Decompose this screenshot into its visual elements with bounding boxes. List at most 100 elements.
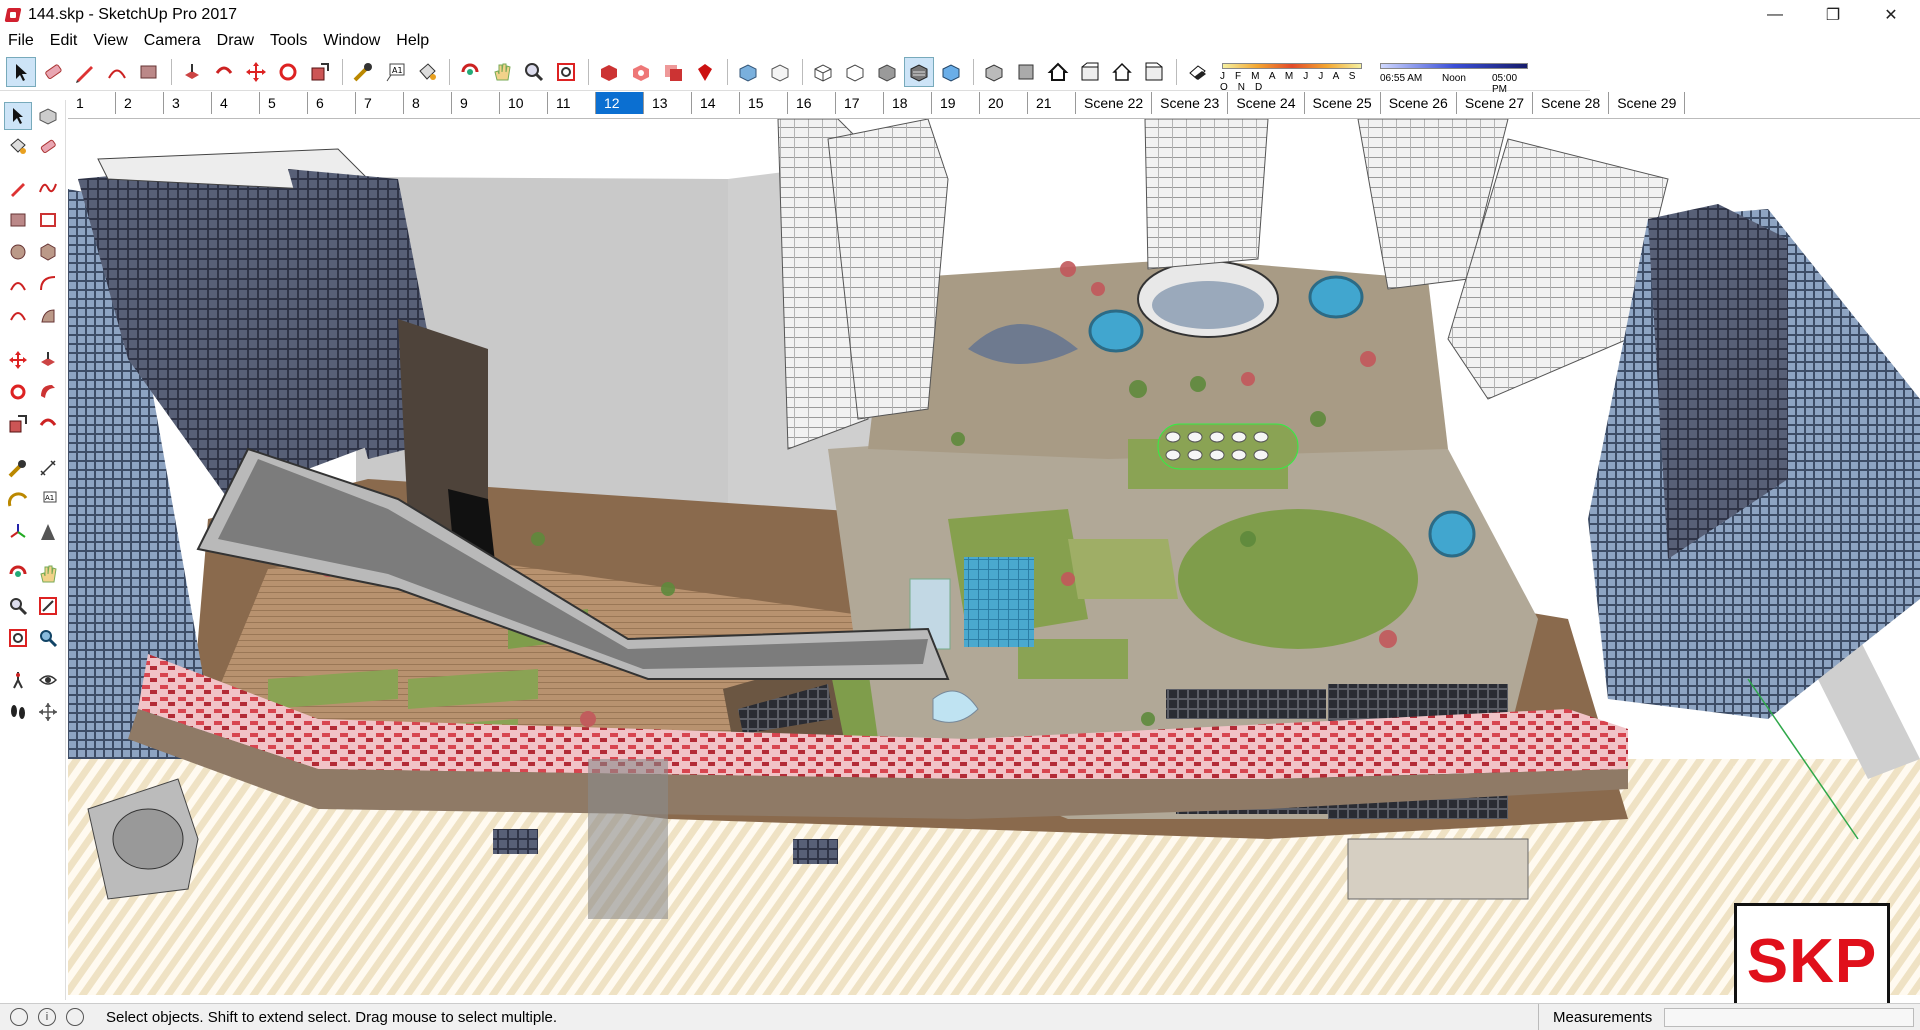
circle-button[interactable] (4, 238, 32, 266)
tape-measure-button[interactable] (4, 454, 32, 482)
xray-button[interactable] (733, 57, 763, 87)
zoom-button[interactable] (4, 592, 32, 620)
scale-button[interactable] (305, 57, 335, 87)
rotated-rectangle-button[interactable] (34, 206, 62, 234)
previous-view-button[interactable] (34, 624, 62, 652)
3-point-arc-button[interactable] (4, 302, 32, 330)
top-view-button[interactable] (1011, 57, 1041, 87)
pie-button[interactable] (34, 302, 62, 330)
scene-tab-19[interactable]: 19 (932, 92, 980, 114)
line-button[interactable] (4, 174, 32, 202)
tape-measure-button[interactable] (348, 57, 378, 87)
user-account-icon[interactable] (66, 1008, 84, 1026)
back-edges-button[interactable] (765, 57, 795, 87)
menu-help[interactable]: Help (388, 30, 437, 52)
front-view-button[interactable] (1043, 57, 1073, 87)
menu-draw[interactable]: Draw (209, 30, 262, 52)
pan-button[interactable] (487, 57, 517, 87)
back-view-button[interactable] (1107, 57, 1137, 87)
walk-button[interactable] (4, 698, 32, 726)
axes-button[interactable] (4, 518, 32, 546)
month-slider[interactable]: J F M A M J J A S O N D (1220, 57, 1366, 93)
menu-tools[interactable]: Tools (262, 30, 315, 52)
scene-tab-13[interactable]: 13 (644, 92, 692, 114)
zoom-extents-button[interactable] (551, 57, 581, 87)
monochrome-button[interactable] (936, 57, 966, 87)
section-plane-button[interactable] (34, 698, 62, 726)
select-tool-button[interactable] (4, 102, 32, 130)
rotate-button[interactable] (4, 378, 32, 406)
arc-button[interactable] (4, 270, 32, 298)
maximize-button[interactable]: ❐ (1804, 0, 1862, 30)
offset-button[interactable] (209, 57, 239, 87)
extension-warehouse-button[interactable] (690, 57, 720, 87)
model-viewport[interactable] (68, 118, 1920, 995)
offset-button[interactable] (34, 410, 62, 438)
scene-tab-2[interactable]: 2 (116, 92, 164, 114)
scene-tab-7[interactable]: 7 (356, 92, 404, 114)
iso-view-button[interactable] (979, 57, 1009, 87)
follow-me-button[interactable] (34, 378, 62, 406)
info-icon[interactable]: i (38, 1008, 56, 1026)
polygon-button[interactable] (34, 238, 62, 266)
rectangle-button[interactable] (4, 206, 32, 234)
shadow-toggle-button[interactable] (1182, 57, 1212, 87)
move-button[interactable] (4, 346, 32, 374)
left-view-button[interactable] (1139, 57, 1169, 87)
scene-tab-8[interactable]: 8 (404, 92, 452, 114)
zoom-extents-button[interactable] (4, 624, 32, 652)
scene-tab-20[interactable]: 20 (980, 92, 1028, 114)
zoom-button[interactable] (519, 57, 549, 87)
share-component-button[interactable] (658, 57, 688, 87)
paint-bucket-button[interactable] (412, 57, 442, 87)
right-view-button[interactable] (1075, 57, 1105, 87)
shaded-button[interactable] (872, 57, 902, 87)
hidden-line-button[interactable] (840, 57, 870, 87)
paint-bucket-button[interactable] (4, 132, 32, 160)
scene-tab-14[interactable]: 14 (692, 92, 740, 114)
position-camera-button[interactable] (4, 666, 32, 694)
menu-window[interactable]: Window (315, 30, 388, 52)
scene-tab-28[interactable]: Scene 28 (1533, 92, 1610, 114)
pan-button[interactable] (34, 560, 62, 588)
scene-tab-6[interactable]: 6 (308, 92, 356, 114)
scene-tab-27[interactable]: Scene 27 (1457, 92, 1534, 114)
scene-tab-9[interactable]: 9 (452, 92, 500, 114)
scene-tab-4[interactable]: 4 (212, 92, 260, 114)
scene-tab-3[interactable]: 3 (164, 92, 212, 114)
menu-view[interactable]: View (85, 30, 135, 52)
wireframe-button[interactable] (808, 57, 838, 87)
protractor-button[interactable] (4, 486, 32, 514)
eraser-tool-button[interactable] (38, 57, 68, 87)
scene-tab-29[interactable]: Scene 29 (1609, 92, 1686, 114)
zoom-window-button[interactable] (34, 592, 62, 620)
text-button[interactable]: A1 (380, 57, 410, 87)
select-tool-button[interactable] (6, 56, 36, 87)
time-slider[interactable]: 06:55 AM Noon 05:00 PM (1380, 57, 1530, 95)
scene-tab-11[interactable]: 11 (548, 92, 596, 114)
rotate-button[interactable] (273, 57, 303, 87)
scene-tab-5[interactable]: 5 (260, 92, 308, 114)
measurements-input[interactable] (1664, 1008, 1914, 1027)
scene-tab-12-active[interactable]: 12 (596, 92, 644, 114)
geo-location-icon[interactable] (10, 1008, 28, 1026)
make-component-button[interactable] (34, 102, 62, 130)
scene-tab-21[interactable]: 21 (1028, 92, 1076, 114)
shaded-textures-button[interactable] (904, 56, 934, 87)
3d-text-button[interactable] (34, 518, 62, 546)
scene-tab-22[interactable]: Scene 22 (1076, 92, 1153, 114)
line-tool-button[interactable] (70, 57, 100, 87)
scene-tab-24[interactable]: Scene 24 (1228, 92, 1305, 114)
share-model-button[interactable] (626, 57, 656, 87)
2-point-arc-button[interactable] (34, 270, 62, 298)
scene-tab-26[interactable]: Scene 26 (1381, 92, 1457, 114)
minimize-button[interactable]: — (1746, 0, 1804, 30)
text-button[interactable]: A1 (34, 486, 62, 514)
scene-tab-18[interactable]: 18 (884, 92, 932, 114)
orbit-button[interactable] (4, 560, 32, 588)
close-button[interactable]: ✕ (1862, 0, 1920, 30)
orbit-button[interactable] (455, 57, 485, 87)
warehouse-button[interactable] (594, 57, 624, 87)
scene-tab-15[interactable]: 15 (740, 92, 788, 114)
look-around-button[interactable] (34, 666, 62, 694)
